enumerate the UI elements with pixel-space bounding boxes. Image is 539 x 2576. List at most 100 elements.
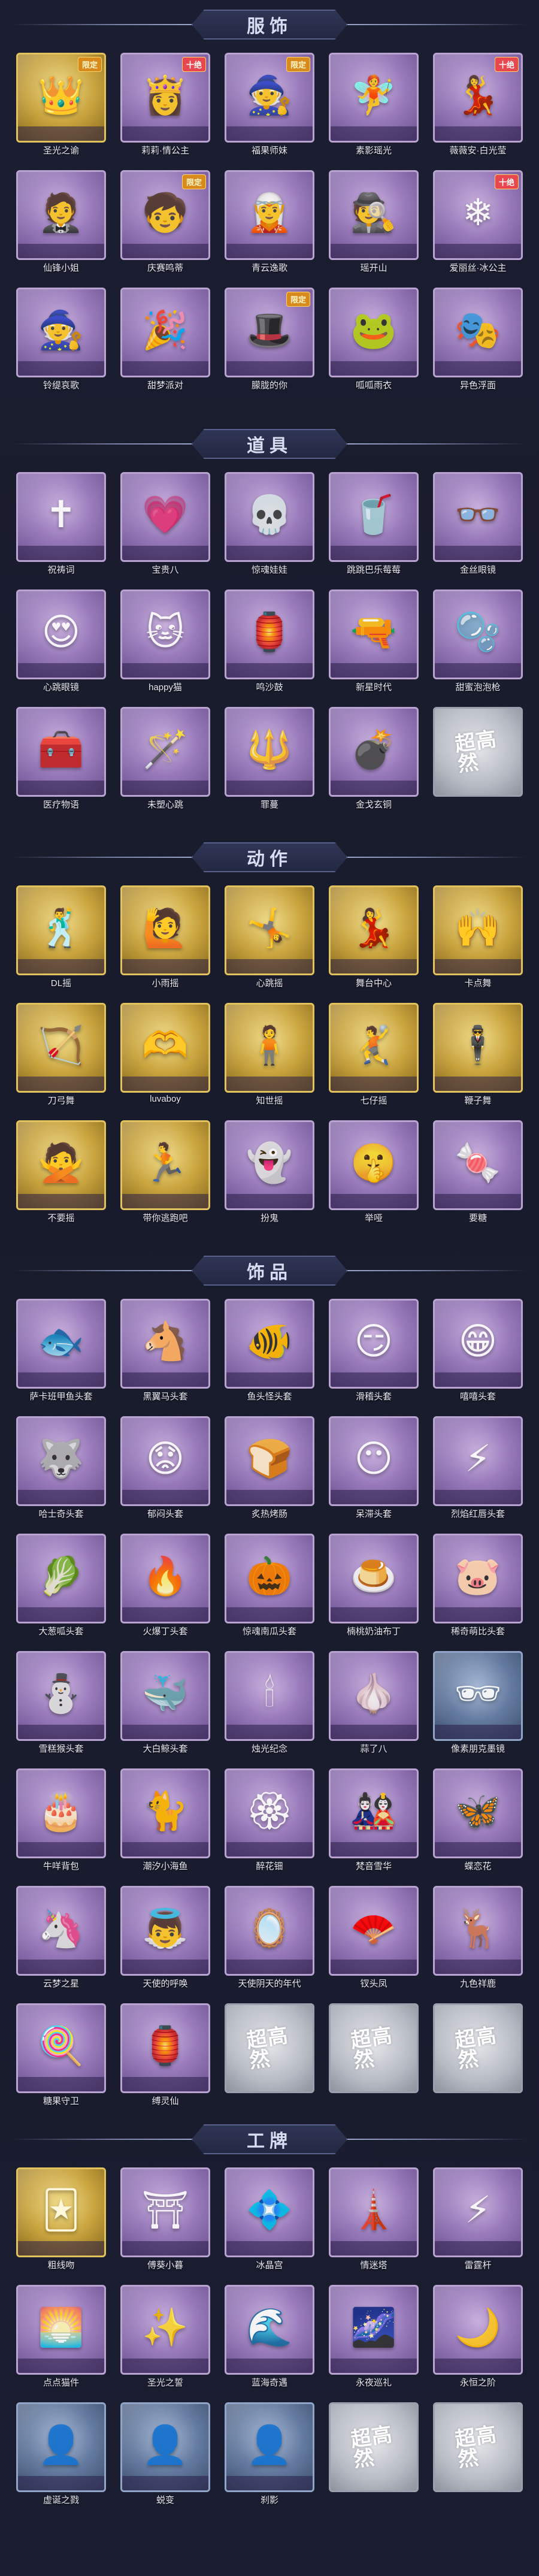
item-card[interactable]: 🎉 [120,288,210,377]
item-tile[interactable]: 🏹 刀弓舞 [16,1003,106,1111]
item-tile[interactable]: 🙅 不要摇 [16,1120,106,1228]
item-card[interactable]: 😶 [329,1416,419,1506]
item-tile[interactable]: 🧙 铃缇哀歌 [16,288,106,395]
item-tile[interactable]: ⚡ 雷霆杆 [433,2167,523,2275]
item-card[interactable]: ⚡ [433,2167,523,2257]
item-card[interactable]: ⛄ [16,1651,106,1741]
item-tile[interactable]: 🕶 像素朋克墨镜 [433,1651,523,1759]
item-tile[interactable]: 🤵 仙锋小姐 [16,170,106,278]
item-tile[interactable]: 🦋 蝶恋花 [433,1768,523,1876]
item-card[interactable]: 🐴 [120,1299,210,1389]
item-tile[interactable]: 🫧 甜蜜泡泡枪 [433,589,523,697]
item-card[interactable]: ❄ 十绝 [433,170,523,260]
item-card[interactable]: 🐟 [16,1299,106,1389]
item-card[interactable]: 💗 [120,472,210,562]
item-card[interactable]: 💣 [329,707,419,797]
item-card[interactable]: 🌊 [225,2285,314,2375]
item-card[interactable]: 👑 限定 [16,53,106,143]
item-card[interactable]: 🪭 [329,1886,419,1976]
item-tile[interactable]: ✝ 祝祷词 [16,472,106,580]
item-card[interactable]: 🐺 [16,1416,106,1506]
item-tile[interactable]: 👤 蜕变 [120,2402,210,2510]
item-tile[interactable]: 🐷 稀奇萌比头套 [433,1534,523,1641]
item-card[interactable]: 🧙 限定 [225,53,314,143]
item-card[interactable]: 🍞 [225,1416,314,1506]
item-card[interactable]: 🕶 [433,1651,523,1741]
item-card[interactable]: 🐈 [120,1768,210,1858]
item-card[interactable]: 😏 [329,1299,419,1389]
item-card[interactable]: 🧍 [225,1003,314,1093]
item-card[interactable]: 🤵 [16,170,106,260]
item-tile[interactable]: 🃏 粗线吻 [16,2167,106,2275]
item-tile[interactable]: 💗 宝贵八 [120,472,210,580]
item-tile[interactable]: 🥤 跳跳巴乐莓莓 [329,472,419,580]
item-card[interactable]: 🐸 [329,288,419,377]
item-card[interactable]: 🐷 [433,1534,523,1623]
item-card[interactable]: 😍 [16,589,106,679]
item-tile[interactable]: 🎭 异色浮面 [433,288,523,395]
item-tile[interactable]: 😁 嘻嘻头套 [433,1299,523,1407]
item-card[interactable]: 🎩 限定 [225,288,314,377]
item-tile[interactable]: 💃 十绝 薇薇安·白光莹 [433,53,523,161]
item-tile[interactable]: 👓 金丝眼镜 [433,472,523,580]
item-card[interactable]: 🗼 [329,2167,419,2257]
item-tile[interactable]: 🦌 九色祥鹿 [433,1886,523,1994]
item-tile[interactable]: 🏮 缚灵仙 [120,2003,210,2111]
item-tile[interactable]: 🐠 鱼头怪头套 [225,1299,314,1407]
item-tile[interactable]: 🧍 知世摇 [225,1003,314,1111]
item-tile[interactable]: ❄ 十绝 爱丽丝·冰公主 [433,170,523,278]
item-card[interactable]: 🧒 限定 [120,170,210,260]
item-card[interactable]: 💃 十绝 [433,53,523,143]
item-card[interactable]: 🤸 [225,885,314,975]
item-tile[interactable]: 🏵 醉花钿 [225,1768,314,1876]
item-tile[interactable]: 🗼 情迷塔 [329,2167,419,2275]
item-card[interactable]: 🤾 [329,1003,419,1093]
item-tile[interactable]: 💀 惊魂娃娃 [225,472,314,580]
item-tile[interactable]: 🧄 蒜了八 [329,1651,419,1759]
item-card[interactable]: 🐱 [120,589,210,679]
item-tile[interactable]: 🏮 鸣沙鼓 [225,589,314,697]
item-tile[interactable]: 💠 冰晶宫 [225,2167,314,2275]
item-card[interactable]: 🏹 [16,1003,106,1093]
item-tile[interactable]: 🐱 happy猫 [120,589,210,697]
item-tile[interactable]: 🎃 惊魂南瓜头套 [225,1534,314,1641]
item-tile[interactable]: 🧰 医疗物语 [16,707,106,815]
item-tile[interactable]: 🫶 luvaboy [120,1003,210,1111]
item-tile[interactable]: 🪄 未塑心跳 [120,707,210,815]
item-tile[interactable]: 🪞 天使阴天的年代 [225,1886,314,1994]
item-card[interactable]: 🧙 [16,288,106,377]
item-card[interactable]: ✝ [16,472,106,562]
item-tile[interactable]: ⛄ 雪糕猴头套 [16,1651,106,1759]
item-card[interactable]: 🕴 [433,1003,523,1093]
item-card[interactable]: ⚡ [433,1416,523,1506]
item-card[interactable]: 🦌 [433,1886,523,1976]
item-card[interactable]: 👤 [225,2402,314,2492]
item-card[interactable]: 🙋 [120,885,210,975]
item-tile[interactable]: 🙌 卡点舞 [433,885,523,993]
item-tile[interactable]: 🔫 新星时代 [329,589,419,697]
item-card[interactable]: 🧚 [329,53,419,143]
item-card[interactable]: 🎂 [16,1768,106,1858]
item-tile[interactable]: 🕯 烛光纪念 [225,1651,314,1759]
item-card[interactable]: 🦋 [433,1768,523,1858]
item-card[interactable]: 🏮 [120,2003,210,2093]
item-tile[interactable]: 🤫 举哑 [329,1120,419,1228]
item-tile[interactable]: 🌊 蓝海奇遇 [225,2285,314,2393]
item-tile[interactable]: 🌙 永恒之阶 [433,2285,523,2393]
item-card[interactable]: 🔱 [225,707,314,797]
item-tile[interactable]: 👤 虚诞之戮 [16,2402,106,2510]
item-card[interactable]: 🪞 [225,1886,314,1976]
item-card[interactable]: ✨ [120,2285,210,2375]
item-tile[interactable]: 🐈 潮汐小海鱼 [120,1768,210,1876]
item-tile[interactable]: 🐺 哈士奇头套 [16,1416,106,1524]
item-tile[interactable]: 🦄 云梦之星 [16,1886,106,1994]
item-card[interactable]: 🍭 [16,2003,106,2093]
item-tile[interactable]: 🍭 糖果守卫 [16,2003,106,2111]
item-tile[interactable]: 🕴 鞭子舞 [433,1003,523,1111]
item-card[interactable]: 🙅 [16,1120,106,1210]
item-card[interactable]: 👸 十绝 [120,53,210,143]
item-tile[interactable]: 😏 滑稽头套 [329,1299,419,1407]
item-tile[interactable]: 🕺 DL摇 [16,885,106,993]
item-card[interactable]: 🕵 [329,170,419,260]
item-card[interactable]: 👤 [120,2402,210,2492]
